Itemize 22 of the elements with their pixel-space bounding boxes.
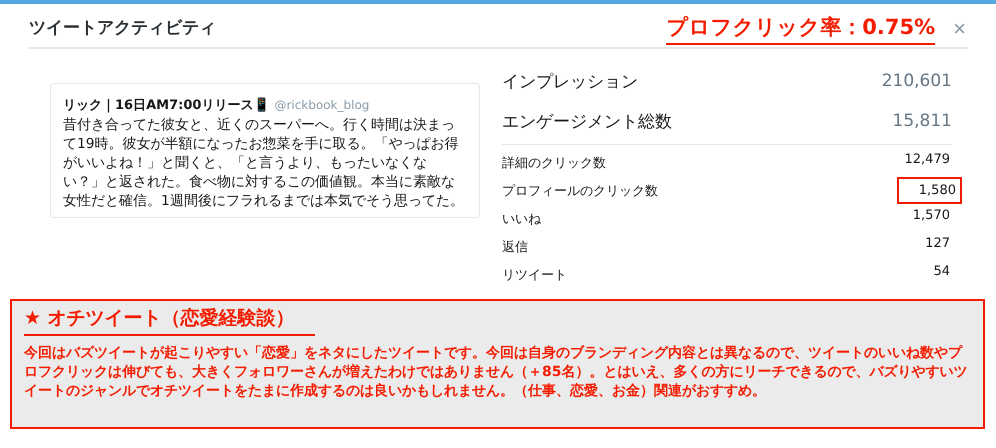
- metric-label: エンゲージメント総数: [502, 110, 672, 132]
- close-button[interactable]: ×: [951, 16, 968, 42]
- metric-value: 15,811: [892, 111, 952, 131]
- metric-value: 127: [924, 235, 951, 253]
- note-text: 今回はバズツイートが起こりやすい「恋愛」をネタにしたツイートです。今回は自身のブランディング内容とは異なるので、ツイートのいいね数やプロフクリックは伸びても、大きくフォロワーさんが増えたわけではありません（＋85名）。とはいえ、多くの方にリーチできるので、バズりやすいツイートのジャンルでオチツイートをたまに作成するのは良いかもしれません。（仕事、恋愛、お金）関連がおすすめ。: [24, 344, 968, 401]
- tweet-author: リック｜16日AM7:00リリース📱: [63, 96, 270, 114]
- dialog-title: ツイートアクティビティ: [29, 17, 216, 40]
- metric-label: 返信: [502, 239, 528, 256]
- metric-label: リツイート: [502, 267, 567, 284]
- metric-value: 1,570: [912, 207, 951, 225]
- metric-value: 210,601: [882, 71, 952, 91]
- metric-label: プロフィールのクリック数: [502, 183, 658, 200]
- tweet-handle: @rickbook_blog: [274, 98, 370, 112]
- highlighted-metric-value: 1,580: [896, 177, 962, 204]
- metric-value: 54: [932, 263, 951, 281]
- metric-label: 詳細のクリック数: [502, 155, 606, 172]
- metric-label: インプレッション: [502, 70, 638, 92]
- tweet-text: 昔付き合ってた彼女と、近くのスーパーへ。行く時間は決まって19時。彼女が半額になったお惣菜を手に取る。「やっぱお得がいいよね！」と聞くと、「と言うより、もったいなくない？」と返された。食べ物に対するこの価値観。本当に素敵な女性だと確信。1週間後にフラれるまでは本気でそう思ってた。: [63, 116, 465, 211]
- metric-label: いいね: [502, 211, 541, 228]
- metric-value: 12,479: [904, 151, 951, 169]
- note-title: ★ オチツイート（恋愛経験談）: [24, 305, 315, 336]
- click-rate-annotation: プロフクリック率：0.75%: [666, 13, 936, 45]
